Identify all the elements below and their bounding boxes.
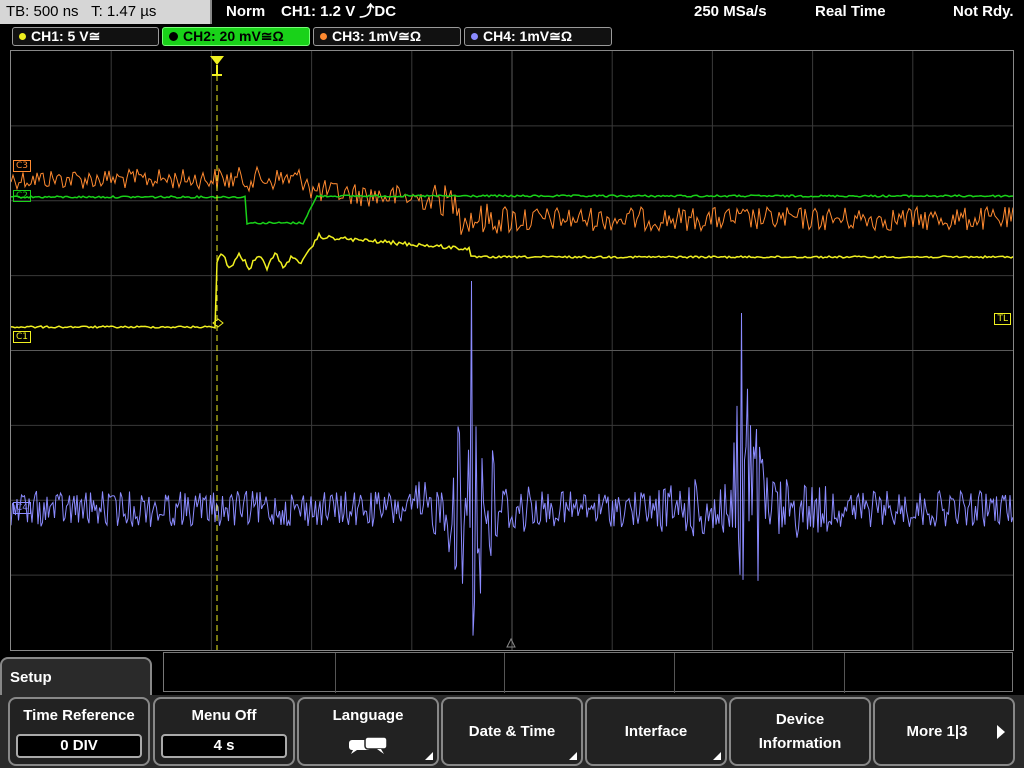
softkey-bar: Time Reference 0 DIV Menu Off 4 s Langua… (0, 695, 1024, 768)
softkey-more[interactable]: More 1|3 (873, 697, 1015, 766)
waveform-display[interactable]: C3 C2 C1 C4 TL (10, 50, 1014, 651)
softkey-time-reference[interactable]: Time Reference 0 DIV (8, 697, 150, 766)
softkey-interface[interactable]: Interface (585, 697, 727, 766)
ch3-dot-icon (320, 32, 327, 40)
next-page-arrow-icon (997, 724, 1005, 739)
ch1-dot-icon (19, 32, 26, 40)
softkey-label: Language (332, 707, 404, 724)
channel-tab-label: CH2: 20 mV≅Ω (183, 28, 284, 44)
timebase-box[interactable]: TB: 500 ns T: 1.47 µs (0, 0, 212, 24)
time-reference-marker (506, 637, 516, 648)
status-bar: TB: 500 ns T: 1.47 µs Norm CH1: 1.2 V ⤴D… (0, 0, 1024, 24)
timebase-value: TB: 500 ns (6, 3, 79, 20)
channel-tab-label: CH4: 1mV≅Ω (483, 28, 573, 44)
softkey-date-time[interactable]: Date & Time (441, 697, 583, 766)
acquisition-status: Not Rdy. (953, 3, 1014, 20)
softkey-label: Menu Off (191, 707, 257, 724)
softkey-label: Date & Time (468, 722, 556, 740)
trigger-time-value: T: 1.47 µs (91, 3, 157, 20)
submenu-indicator-icon (425, 752, 433, 760)
sample-rate: 250 MSa/s (694, 3, 767, 20)
submenu-indicator-icon (713, 752, 721, 760)
waveform-canvas (11, 51, 1013, 650)
menu-title-tab: Setup (0, 657, 152, 697)
trigger-mode[interactable]: Norm (226, 0, 265, 24)
menu-off-value[interactable]: 4 s (161, 734, 287, 758)
acquisition-mode: Real Time (815, 3, 886, 20)
softkey-device-information[interactable]: Device Information (729, 697, 871, 766)
submenu-indicator-icon (569, 752, 577, 760)
ch1-offset-marker[interactable]: C1 (13, 331, 32, 343)
menu-title: Setup (10, 669, 52, 686)
channel-tab-ch2[interactable]: CH2: 20 mV≅Ω (162, 27, 310, 46)
ch2-offset-marker[interactable]: C2 (13, 190, 32, 202)
softkey-label: More 1|3 (906, 722, 968, 740)
trigger-setting[interactable]: CH1: 1.2 V ⤴DC (281, 0, 396, 24)
info-strip (163, 652, 1013, 693)
ch4-offset-marker[interactable]: C4 (13, 502, 32, 514)
time-reference-value[interactable]: 0 DIV (16, 734, 142, 758)
channel-tab-ch3[interactable]: CH3: 1mV≅Ω (313, 27, 461, 46)
softkey-label: Interface (624, 722, 688, 740)
softkey-label: Time Reference (23, 707, 135, 724)
channel-tab-label: CH3: 1mV≅Ω (332, 28, 422, 44)
ch3-offset-marker[interactable]: C3 (13, 160, 32, 172)
channel-tabs: CH1: 5 V≅ CH2: 20 mV≅Ω CH3: 1mV≅Ω CH4: 1… (0, 26, 1024, 48)
trigger-position-icon (210, 56, 224, 65)
ch2-dot-icon (169, 31, 178, 41)
channel-tab-label: CH1: 5 V≅ (31, 28, 101, 44)
softkey-menu-off[interactable]: Menu Off 4 s (153, 697, 295, 766)
speech-bubbles-icon (347, 735, 389, 762)
ch4-dot-icon (471, 32, 478, 40)
channel-tab-ch4[interactable]: CH4: 1mV≅Ω (464, 27, 612, 46)
channel-tab-ch1[interactable]: CH1: 5 V≅ (12, 27, 159, 46)
softkey-language[interactable]: Language (297, 697, 439, 766)
trigger-level-tag[interactable]: TL (994, 313, 1011, 325)
softkey-label: Device Information (758, 710, 842, 752)
